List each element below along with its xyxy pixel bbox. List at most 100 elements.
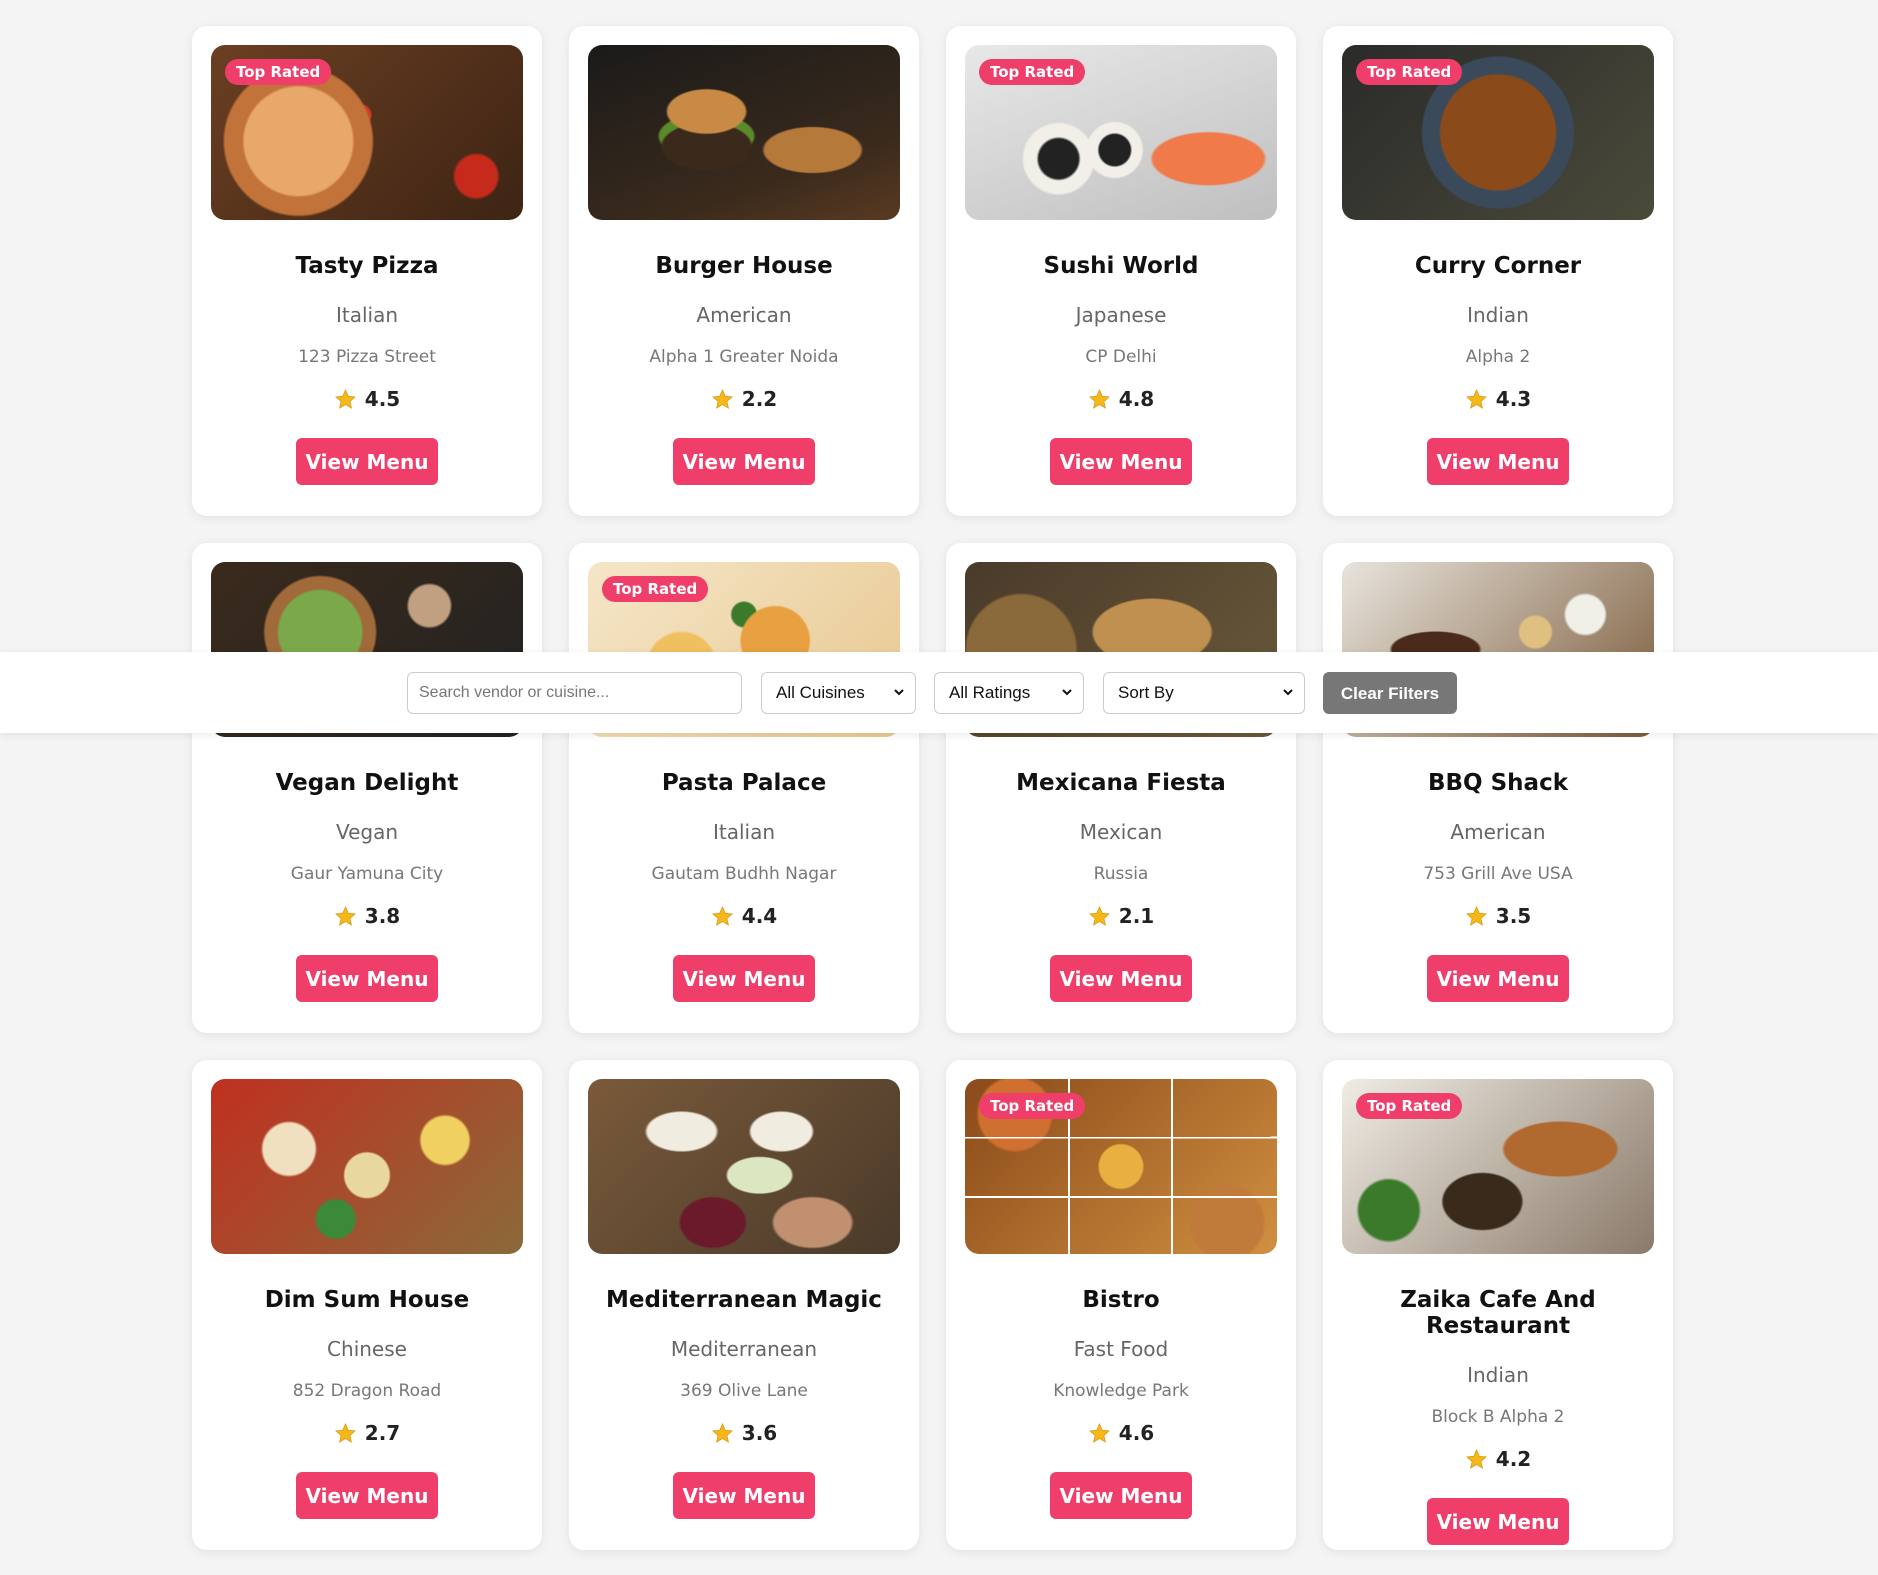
- view-menu-button[interactable]: View Menu: [673, 1472, 815, 1519]
- star-icon: [334, 1422, 356, 1443]
- top-rated-badge: Top Rated: [979, 59, 1086, 85]
- vendor-image: Top Rated: [965, 1079, 1277, 1254]
- view-menu-button[interactable]: View Menu: [673, 438, 815, 485]
- vendor-image: [211, 1079, 523, 1254]
- vendor-rating: 2.2: [588, 387, 900, 411]
- view-menu-button[interactable]: View Menu: [1050, 438, 1192, 485]
- rating-value: 4.2: [1495, 1447, 1532, 1471]
- vendor-address: 753 Grill Ave USA: [1423, 864, 1573, 884]
- chevron-down-icon: [1283, 689, 1293, 696]
- rating-value: 4.3: [1495, 387, 1532, 411]
- sort-select[interactable]: Sort By: [1103, 672, 1305, 714]
- star-icon: [334, 388, 356, 409]
- vendor-card: Top Rated Curry Corner Indian Alpha 2 4.3 Vie…: [1323, 26, 1673, 516]
- vendor-address: Russia: [1093, 864, 1149, 884]
- vendor-name: Pasta Palace: [661, 770, 827, 796]
- clear-filters-button[interactable]: Clear Filters: [1323, 672, 1457, 714]
- rating-select[interactable]: All Ratings: [934, 672, 1084, 714]
- rating-value: 3.8: [364, 904, 401, 928]
- view-menu-button[interactable]: View Menu: [296, 955, 438, 1002]
- vendor-name: Zaika Cafe And Restaurant: [1400, 1287, 1596, 1339]
- vendor-cuisine: Indian: [1467, 303, 1529, 327]
- vendor-cuisine: Fast Food: [1073, 1337, 1169, 1361]
- vendor-card: BBQ Shack American 753 Grill Ave USA 3.5 Vie…: [1323, 543, 1673, 1033]
- vendor-cuisine: Mexican: [1079, 820, 1163, 844]
- vendor-cuisine: Italian: [712, 820, 776, 844]
- view-menu-button[interactable]: View Menu: [1050, 1472, 1192, 1519]
- vendor-card: Dim Sum House Chinese 852 Dragon Road 2.7 Vi…: [192, 1060, 542, 1550]
- star-icon: [711, 388, 733, 409]
- rating-value: 4.4: [741, 904, 778, 928]
- rating-value: 3.6: [741, 1421, 778, 1445]
- star-icon: [711, 905, 733, 926]
- star-icon: [1465, 905, 1487, 926]
- vendor-cuisine: American: [1450, 820, 1546, 844]
- vendor-cuisine: American: [696, 303, 792, 327]
- vendor-rating: 3.5: [1342, 904, 1654, 928]
- cuisine-select-value: All Cuisines: [776, 683, 865, 702]
- vendor-address: Gaur Yamuna City: [290, 864, 444, 884]
- vendor-image: Top Rated: [1342, 1079, 1654, 1254]
- vendor-cuisine: Chinese: [327, 1337, 407, 1361]
- view-menu-button[interactable]: View Menu: [296, 438, 438, 485]
- vendor-address: Alpha 2: [1465, 347, 1531, 367]
- vendor-name: Dim Sum House: [264, 1287, 470, 1313]
- vendor-card: Top Rated Pasta Palace Italian Gautam Budhh…: [569, 543, 919, 1033]
- chevron-down-icon: [894, 689, 904, 696]
- vendor-name: BBQ Shack: [1427, 770, 1568, 796]
- vendor-image: Top Rated: [965, 45, 1277, 220]
- vendor-name: Mediterranean Magic: [606, 1287, 882, 1313]
- star-icon: [1088, 1422, 1110, 1443]
- vendor-cuisine: Japanese: [1075, 303, 1167, 327]
- vendor-card: Vegan Delight Vegan Gaur Yamuna City 3.8 Vie…: [192, 543, 542, 1033]
- rating-value: 4.5: [364, 387, 401, 411]
- vendor-address: 123 Pizza Street: [298, 347, 436, 367]
- search-input[interactable]: [407, 672, 742, 714]
- view-menu-button[interactable]: View Menu: [1050, 955, 1192, 1002]
- vendor-address: CP Delhi: [1085, 347, 1157, 367]
- star-icon: [1088, 388, 1110, 409]
- filter-bar: All Cuisines All Ratings Sort By Clear F…: [0, 652, 1878, 733]
- vendor-card: Top Rated Tasty Pizza Italian 123 Pizza Str…: [192, 26, 542, 516]
- vendor-image: [588, 45, 900, 220]
- vendor-rating: 3.6: [588, 1421, 900, 1445]
- top-rated-badge: Top Rated: [1356, 59, 1463, 85]
- vendor-address: Gautam Budhh Nagar: [651, 864, 837, 884]
- vendor-address: 369 Olive Lane: [680, 1381, 808, 1401]
- vendor-card: Top Rated Zaika Cafe And Restaurant Indian…: [1323, 1060, 1673, 1550]
- view-menu-button[interactable]: View Menu: [1427, 438, 1569, 485]
- vendor-image: [588, 1079, 900, 1254]
- rating-value: 2.7: [364, 1421, 401, 1445]
- view-menu-button[interactable]: View Menu: [673, 955, 815, 1002]
- chevron-down-icon: [1062, 689, 1072, 696]
- vendor-card: Mediterranean Magic Mediterranean 369 Oliv…: [569, 1060, 919, 1550]
- view-menu-button[interactable]: View Menu: [1427, 1498, 1569, 1545]
- star-icon: [1088, 905, 1110, 926]
- vendor-cuisine: Indian: [1467, 1363, 1529, 1387]
- vendor-grid: Top Rated Tasty Pizza Italian 123 Pizza Str…: [192, 26, 1673, 1550]
- vendor-rating: 4.6: [965, 1421, 1277, 1445]
- vendor-address: Alpha 1 Greater Noida: [649, 347, 839, 367]
- vendor-address: Block B Alpha 2: [1431, 1407, 1565, 1427]
- vendor-rating: 4.5: [211, 387, 523, 411]
- rating-select-value: All Ratings: [949, 683, 1031, 702]
- rating-value: 2.1: [1118, 904, 1155, 928]
- vendor-name: Mexicana Fiesta: [1016, 770, 1226, 796]
- vendor-cuisine: Vegan: [335, 820, 399, 844]
- star-icon: [334, 905, 356, 926]
- top-rated-badge: Top Rated: [602, 576, 709, 602]
- vendor-image: Top Rated: [1342, 45, 1654, 220]
- vendor-rating: 4.8: [965, 387, 1277, 411]
- vendor-address: 852 Dragon Road: [292, 1381, 442, 1401]
- view-menu-button[interactable]: View Menu: [1427, 955, 1569, 1002]
- vendor-card: Top Rated Bistro Fast Food Knowledge Park 4.…: [946, 1060, 1296, 1550]
- rating-value: 3.5: [1495, 904, 1532, 928]
- top-rated-badge: Top Rated: [225, 59, 332, 85]
- vendor-name: Sushi World: [1043, 253, 1199, 279]
- vendor-card: Mexicana Fiesta Mexican Russia 2.1 View Menu: [946, 543, 1296, 1033]
- star-icon: [711, 1422, 733, 1443]
- vendor-rating: 2.1: [965, 904, 1277, 928]
- view-menu-button[interactable]: View Menu: [296, 1472, 438, 1519]
- top-rated-badge: Top Rated: [1356, 1093, 1463, 1119]
- cuisine-select[interactable]: All Cuisines: [761, 672, 916, 714]
